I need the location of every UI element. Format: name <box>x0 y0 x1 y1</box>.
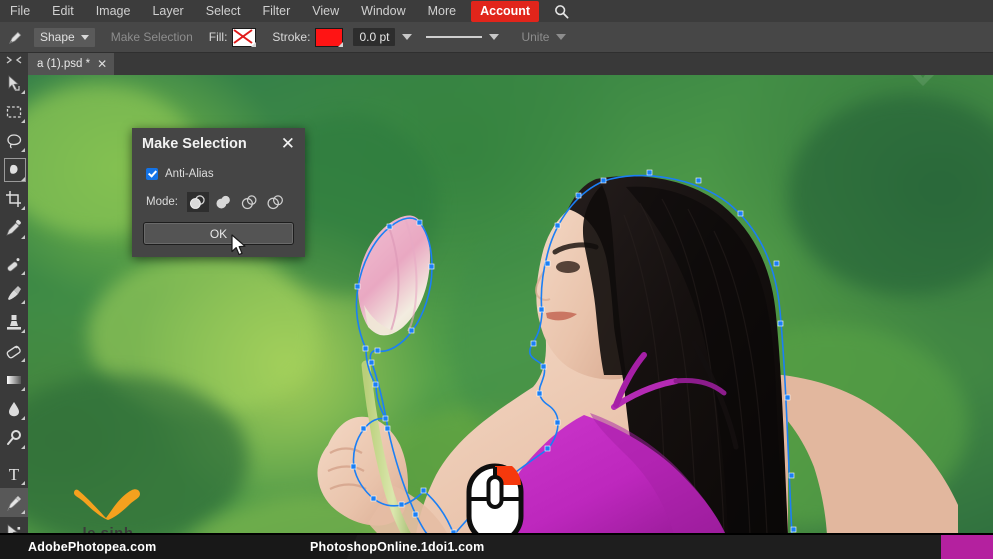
collapse-arrows-icon[interactable] <box>0 52 28 68</box>
tab-bar: a (1).psd * ✕ <box>28 53 993 75</box>
pen-tool[interactable] <box>0 488 28 517</box>
move-tool[interactable] <box>0 68 28 97</box>
tool-submenu-indicator <box>21 177 25 181</box>
clone-stamp-tool[interactable] <box>0 307 28 336</box>
mode-subtract-from-selection[interactable] <box>239 192 261 212</box>
chevron-down-icon <box>80 34 89 40</box>
new-selection-icon <box>190 195 206 209</box>
photopea-window: le sinh File Edit Image Layer Select Fil… <box>0 0 993 559</box>
tools-panel: T <box>0 52 28 559</box>
tool-submenu-indicator <box>21 329 25 333</box>
make-selection-dialog: Make Selection ✕ Anti-Alias Mode: OK <box>132 128 305 257</box>
brush-tool[interactable] <box>0 278 28 307</box>
make-selection-button[interactable]: Make Selection <box>111 30 193 44</box>
dialog-title: Make Selection <box>142 136 247 152</box>
search-icon[interactable] <box>551 0 571 22</box>
menu-filter[interactable]: Filter <box>251 0 301 22</box>
le-sinh-logo: le sinh <box>70 484 146 535</box>
shape-mode-value: Shape <box>40 29 75 44</box>
line-style-chevron-icon[interactable] <box>489 34 500 40</box>
crop-tool[interactable] <box>0 184 28 213</box>
fill-swatch-corner <box>251 41 257 47</box>
stroke-swatch[interactable] <box>315 27 344 47</box>
gradient-tool[interactable] <box>0 365 28 394</box>
mode-add-to-selection[interactable] <box>213 192 235 212</box>
tab-close-icon[interactable]: ✕ <box>97 58 107 70</box>
menu-select[interactable]: Select <box>195 0 252 22</box>
stroke-swatch-corner <box>338 41 344 47</box>
stroke-width-chevron-icon[interactable] <box>402 34 413 40</box>
intersect-with-selection-icon <box>267 195 284 210</box>
healing-brush-tool[interactable] <box>0 249 28 278</box>
menu-bar: File Edit Image Layer Select Filter View… <box>0 0 993 22</box>
le-sinh-mark-icon <box>74 489 140 520</box>
tool-submenu-indicator <box>21 90 25 94</box>
quick-selection-tool[interactable] <box>0 155 28 184</box>
tool-submenu-indicator <box>21 387 25 391</box>
bottom-bar-accent <box>941 535 993 559</box>
tool-divider <box>0 242 28 249</box>
menu-window[interactable]: Window <box>350 0 416 22</box>
fill-swatch[interactable] <box>232 27 257 47</box>
pen-tool-icon[interactable] <box>0 22 30 52</box>
tool-submenu-indicator <box>21 148 25 152</box>
mode-buttons <box>186 192 287 212</box>
tool-submenu-indicator <box>21 206 25 210</box>
bottom-left-text: AdobePhotopea.com <box>28 540 157 554</box>
shape-mode-select[interactable]: Shape <box>34 27 95 47</box>
menu-image[interactable]: Image <box>85 0 142 22</box>
tool-submenu-indicator <box>21 358 25 362</box>
mode-intersect-with-selection[interactable] <box>265 192 287 212</box>
antialias-label: Anti-Alias <box>165 168 214 180</box>
marquee-tool[interactable] <box>0 97 28 126</box>
blur-tool[interactable] <box>0 394 28 423</box>
dodge-tool[interactable] <box>0 423 28 452</box>
tool-submenu-indicator <box>21 235 25 239</box>
subtract-from-selection-icon <box>242 195 257 210</box>
dialog-footer: OK <box>132 216 305 249</box>
add-to-selection-icon <box>216 195 231 209</box>
menu-more[interactable]: More <box>417 0 467 22</box>
mode-new-selection[interactable] <box>186 192 209 212</box>
eraser-tool[interactable] <box>0 336 28 365</box>
options-bar: Shape Make Selection Fill: Stroke: 0.0 p… <box>0 22 993 53</box>
dialog-body: Anti-Alias Mode: OK <box>132 160 305 257</box>
account-button[interactable]: Account <box>471 0 540 22</box>
antialias-checkbox[interactable] <box>146 168 158 180</box>
tool-submenu-indicator <box>21 510 25 514</box>
tool-submenu-indicator <box>21 416 25 420</box>
fill-label: Fill: <box>208 30 228 44</box>
path-operation-label[interactable]: Unite <box>521 30 549 44</box>
menu-file[interactable]: File <box>0 0 41 22</box>
menu-layer[interactable]: Layer <box>141 0 194 22</box>
tool-submenu-indicator <box>21 445 25 449</box>
tool-divider <box>0 452 28 459</box>
tool-submenu-indicator <box>21 271 25 275</box>
menu-edit[interactable]: Edit <box>41 0 85 22</box>
mode-row: Mode: <box>132 184 305 216</box>
ok-button-label: OK <box>209 226 228 241</box>
tool-submenu-indicator <box>21 119 25 123</box>
mode-label: Mode: <box>146 196 178 208</box>
tool-submenu-indicator <box>21 481 25 485</box>
eyedropper-tool[interactable] <box>0 213 28 242</box>
antialias-row[interactable]: Anti-Alias <box>132 164 305 184</box>
lasso-tool[interactable] <box>0 126 28 155</box>
menu-view[interactable]: View <box>301 0 350 22</box>
tab-document[interactable]: a (1).psd * ✕ <box>28 53 115 75</box>
close-icon[interactable]: ✕ <box>281 135 295 152</box>
tab-label: a (1).psd * <box>37 58 91 70</box>
stroke-width-field[interactable]: 0.0 pt <box>353 28 396 46</box>
stroke-label: Stroke: <box>272 30 311 44</box>
type-tool[interactable]: T <box>0 459 28 488</box>
bottom-right-text: PhotoshopOnline.1doi1.com <box>310 540 485 554</box>
tool-submenu-indicator <box>21 300 25 304</box>
bottom-bar: AdobePhotopea.com PhotoshopOnline.1doi1.… <box>0 535 993 559</box>
ok-button[interactable]: OK <box>143 222 294 245</box>
arrow-cursor-icon <box>231 234 249 263</box>
svg-text:T: T <box>9 465 20 483</box>
line-style-preview <box>426 36 483 38</box>
dialog-header: Make Selection ✕ <box>132 128 305 160</box>
path-operation-chevron-icon[interactable] <box>556 34 567 40</box>
